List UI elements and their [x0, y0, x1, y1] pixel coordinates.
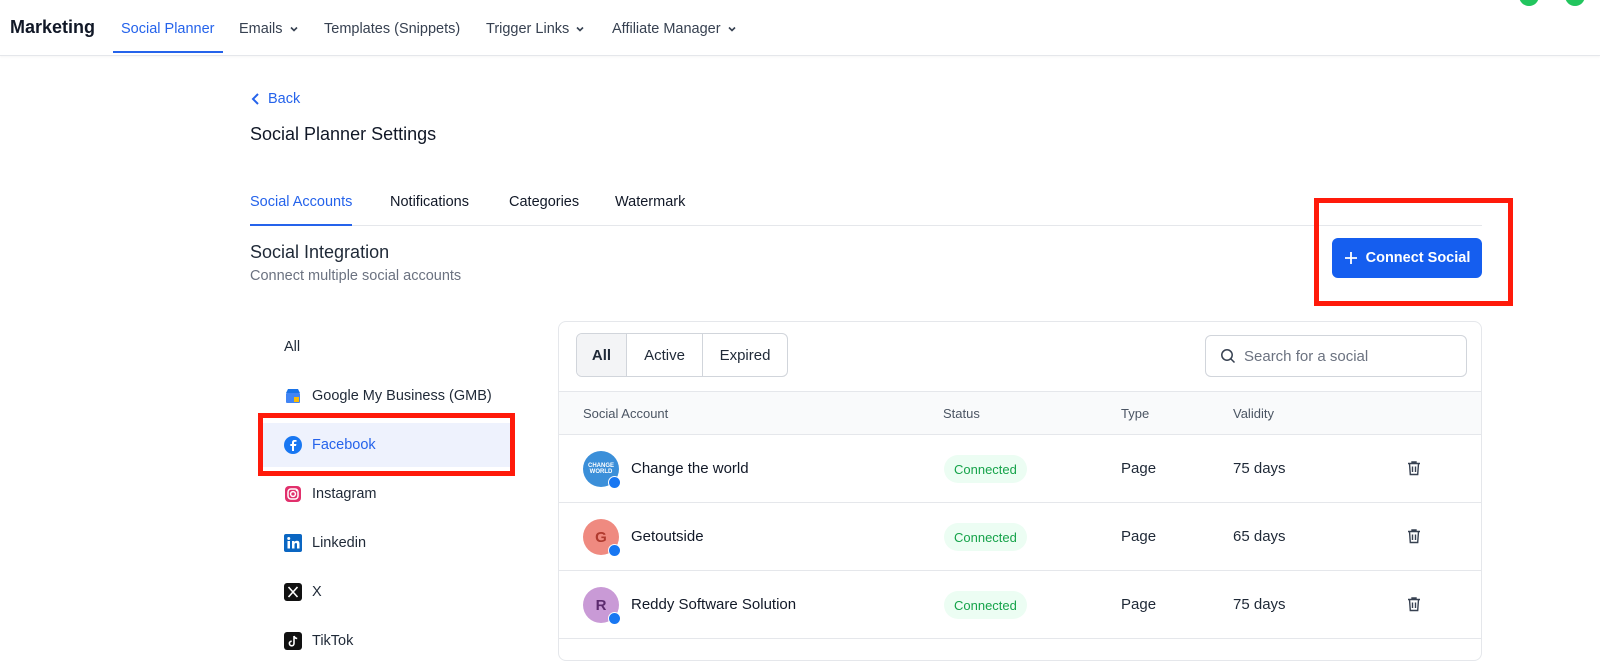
column-header-type: Type	[1121, 406, 1150, 421]
chevron-down-icon	[289, 26, 298, 32]
plus-icon	[1344, 252, 1357, 264]
nav-label: Affiliate Manager	[612, 21, 721, 37]
facebook-badge-icon	[608, 544, 621, 557]
tiktok-icon	[284, 632, 302, 650]
filter-expired-button[interactable]: Expired	[703, 334, 787, 376]
settings-tabs: Social Accounts Notifications Categories…	[250, 194, 1482, 226]
instagram-icon	[284, 485, 302, 503]
nav-label: Trigger Links	[486, 21, 570, 37]
table-row: R Reddy Software Solution Connected Page…	[559, 571, 1481, 639]
active-nav-indicator	[113, 51, 223, 53]
status-badge: Connected	[944, 591, 1027, 619]
facebook-badge-icon	[608, 476, 621, 489]
nav-label: Social Planner	[121, 21, 215, 37]
connect-social-label: Connect Social	[1365, 250, 1471, 266]
sidebar-item-label: Instagram	[312, 486, 377, 502]
chevron-down-icon	[727, 26, 736, 32]
nav-trigger-links[interactable]: Trigger Links	[486, 21, 585, 37]
nav-label: Templates (Snippets)	[324, 21, 461, 37]
trash-icon[interactable]	[1405, 595, 1423, 613]
back-label: Back	[268, 91, 301, 107]
connect-social-button[interactable]: Connect Social	[1332, 238, 1482, 278]
account-name[interactable]: Change the world	[631, 460, 749, 477]
account-validity: 65 days	[1233, 528, 1286, 545]
chevron-left-icon	[251, 93, 259, 105]
sidebar-item-all[interactable]: All	[262, 325, 512, 369]
top-navigation-bar: Marketing Social Planner Emails Template…	[0, 0, 1600, 56]
tab-notifications[interactable]: Notifications	[390, 194, 469, 226]
column-header-status: Status	[943, 406, 980, 421]
sidebar-item-label: Google My Business (GMB)	[312, 388, 492, 404]
search-box	[1205, 335, 1467, 377]
back-link[interactable]: Back	[250, 91, 300, 107]
sidebar-item-label: All	[284, 339, 301, 355]
chevron-down-icon	[576, 26, 584, 32]
sidebar-item-x[interactable]: X	[262, 570, 512, 614]
nav-affiliate-manager[interactable]: Affiliate Manager	[612, 21, 737, 37]
facebook-icon	[284, 436, 302, 454]
account-type: Page	[1121, 596, 1157, 613]
account-validity: 75 days	[1233, 460, 1286, 477]
page-title: Social Planner Settings	[250, 124, 437, 144]
table-row: CHANGE WORLD Change the world Connected …	[559, 435, 1481, 503]
status-dot	[1565, 0, 1585, 6]
status-badge: Connected	[944, 523, 1027, 551]
facebook-badge-icon	[608, 612, 621, 625]
trash-icon[interactable]	[1405, 527, 1423, 545]
sidebar-item-gmb[interactable]: Google My Business (GMB)	[262, 374, 512, 418]
filter-active-button[interactable]: Active	[627, 334, 703, 376]
accounts-panel: All Active Expired Social Account Status…	[558, 321, 1482, 661]
section-title: Social Integration	[250, 242, 390, 262]
section-subtitle: Connect multiple social accounts	[250, 268, 462, 284]
x-icon	[284, 583, 302, 601]
sidebar-item-linkedin[interactable]: Linkedin	[262, 521, 512, 565]
column-header-social-account: Social Account	[583, 406, 669, 421]
nav-templates-snippets[interactable]: Templates (Snippets)	[324, 21, 460, 37]
table-header: Social Account Status Type Validity	[559, 391, 1481, 435]
sidebar-item-label: Linkedin	[312, 535, 367, 551]
account-validity: 75 days	[1233, 596, 1286, 613]
status-badge: Connected	[944, 455, 1027, 483]
avatar: CHANGE WORLD	[583, 451, 621, 489]
column-header-validity: Validity	[1233, 406, 1274, 421]
tab-categories[interactable]: Categories	[509, 194, 579, 226]
nav-social-planner[interactable]: Social Planner	[121, 21, 215, 37]
filter-all-button[interactable]: All	[577, 334, 627, 376]
account-type: Page	[1121, 460, 1157, 477]
sidebar-item-instagram[interactable]: Instagram	[262, 472, 512, 516]
status-dot	[1519, 0, 1539, 6]
table-row: G Getoutside Connected Page 65 days	[559, 503, 1481, 571]
sidebar-item-label: Facebook	[312, 437, 376, 453]
app-brand: Marketing	[10, 17, 96, 37]
tab-watermark[interactable]: Watermark	[615, 194, 685, 226]
gmb-icon	[284, 387, 302, 405]
nav-emails[interactable]: Emails	[239, 21, 299, 37]
account-name[interactable]: Reddy Software Solution	[631, 596, 796, 613]
search-input[interactable]	[1244, 347, 1454, 365]
account-type: Page	[1121, 528, 1157, 545]
search-icon	[1221, 349, 1236, 364]
nav-label: Emails	[239, 21, 283, 37]
linkedin-icon	[284, 534, 302, 552]
trash-icon[interactable]	[1405, 459, 1423, 477]
avatar: G	[583, 519, 621, 557]
sidebar-item-tiktok[interactable]: TikTok	[262, 619, 512, 663]
account-name[interactable]: Getoutside	[631, 528, 704, 545]
sidebar-item-label: X	[312, 584, 322, 600]
sidebar-item-facebook[interactable]: Facebook	[262, 423, 512, 467]
tab-social-accounts[interactable]: Social Accounts	[250, 194, 353, 226]
avatar: R	[583, 587, 621, 625]
status-filter-segment: All Active Expired	[576, 333, 788, 377]
